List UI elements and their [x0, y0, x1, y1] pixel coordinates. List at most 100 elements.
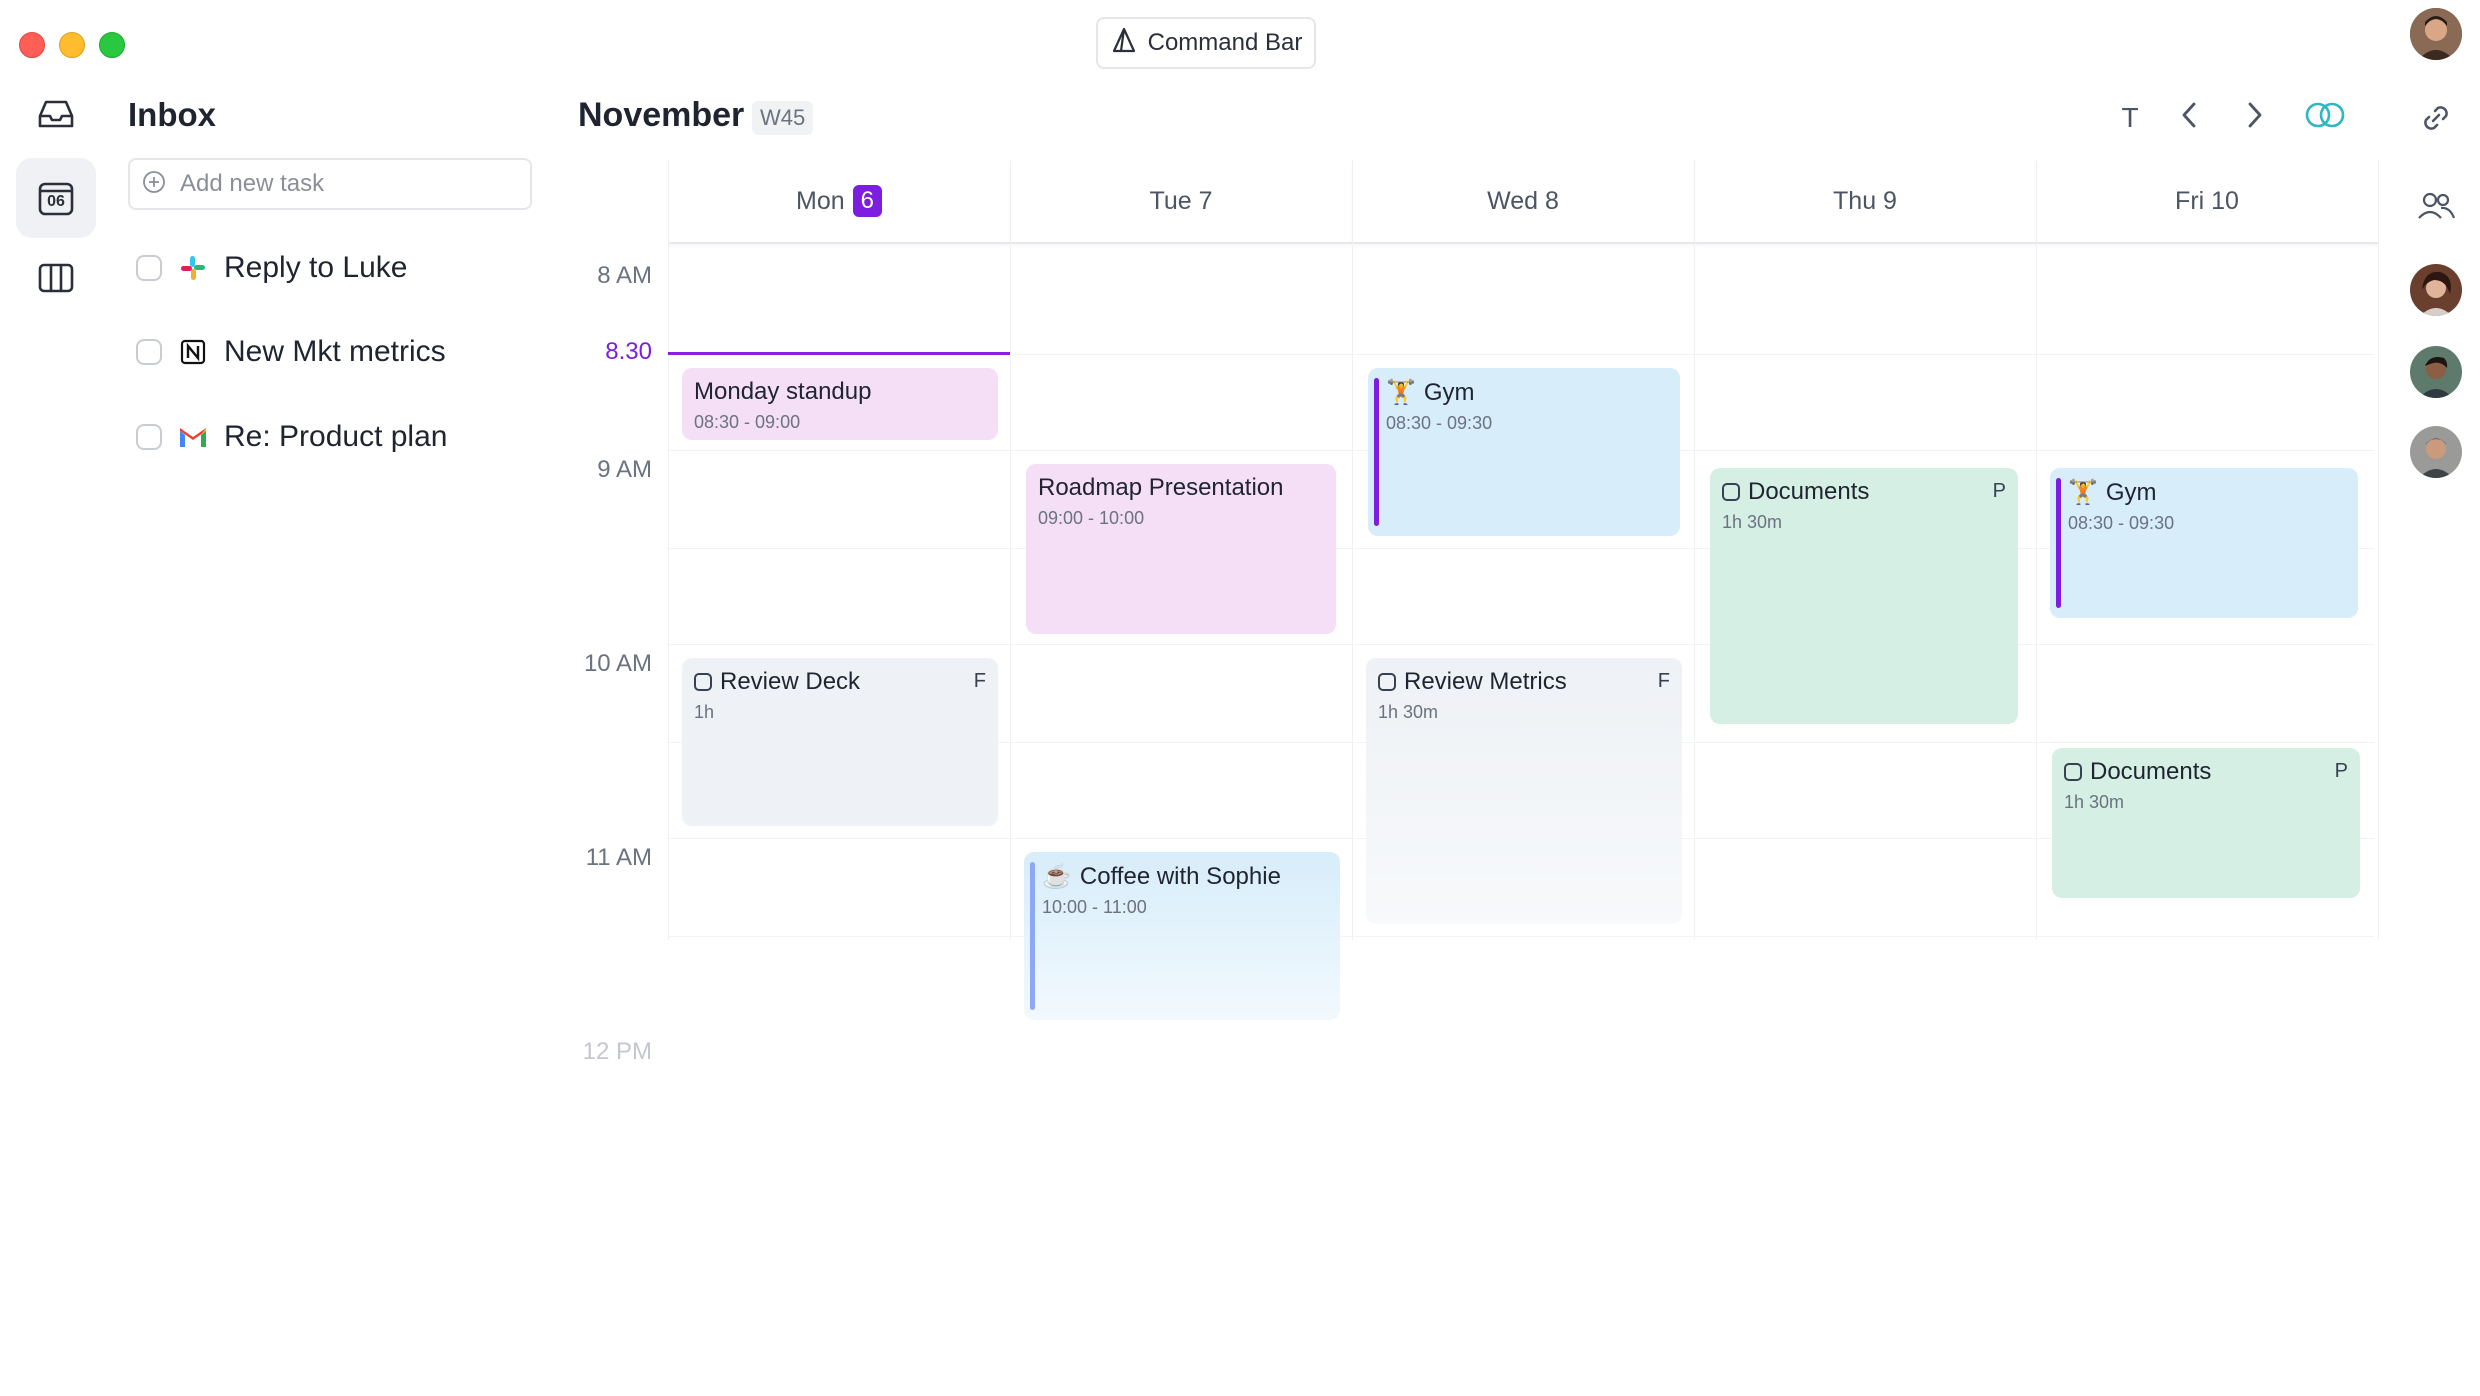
notion-icon — [178, 337, 208, 367]
time-label: 11 AM — [585, 844, 652, 871]
task-block[interactable]: Review Deck 1h F — [682, 658, 998, 826]
user-avatar[interactable] — [2410, 8, 2462, 60]
dumbbell-icon: 🏋 — [2068, 479, 2098, 506]
time-label: 8 AM — [597, 262, 652, 289]
grid-divider — [2036, 160, 2037, 940]
grid-divider — [1694, 160, 1695, 940]
board-nav-button[interactable] — [16, 240, 96, 320]
event-title: Gym — [2105, 478, 2157, 506]
event-tag: P — [2334, 760, 2348, 782]
task-checkbox-icon[interactable] — [1722, 483, 1740, 501]
people-icon — [2416, 190, 2456, 227]
grid-divider — [668, 936, 2374, 937]
task-checkbox-icon[interactable] — [694, 673, 712, 691]
task-block[interactable]: Documents 1h 30m P — [1710, 468, 2018, 724]
event-card[interactable]: 🏋 Gym 08:30 - 09:30 — [2050, 468, 2358, 618]
calendar-icon-date: 06 — [47, 193, 65, 210]
grid-divider — [1352, 160, 1353, 940]
event-time: 08:30 - 09:30 — [1386, 413, 1493, 433]
chevron-right-icon — [2242, 100, 2266, 137]
people-button[interactable] — [2412, 184, 2460, 232]
share-link-button[interactable] — [2412, 96, 2460, 144]
add-task-field[interactable] — [128, 158, 532, 210]
add-task-input[interactable] — [178, 169, 512, 199]
task-block[interactable]: Review Metrics 1h 30m F — [1366, 658, 1682, 924]
event-duration: 1h 30m — [1722, 512, 1783, 532]
previous-week-button[interactable] — [2168, 96, 2212, 140]
time-label: 12 PM — [582, 1038, 652, 1065]
task-checkbox[interactable] — [136, 255, 162, 281]
task-checkbox[interactable] — [136, 424, 162, 450]
maximize-window-button[interactable] — [99, 32, 125, 58]
calendar-nav-button[interactable]: 06 — [16, 158, 96, 238]
day-label: Mon — [796, 186, 845, 215]
calendar-overlay-toggle[interactable] — [2298, 96, 2352, 140]
grid-divider — [1010, 160, 1011, 940]
month-title: November — [578, 96, 745, 134]
slack-icon — [178, 253, 208, 283]
day-header-tue: Tue 7 — [1010, 160, 1352, 244]
today-button[interactable]: T — [2108, 96, 2152, 140]
inbox-tray-icon — [36, 94, 76, 139]
task-item[interactable]: New Mkt metrics — [136, 335, 446, 369]
event-card[interactable]: Roadmap Presentation 09:00 - 10:00 — [1026, 464, 1336, 634]
close-window-button[interactable] — [19, 32, 45, 58]
day-header-thu: Thu 9 — [1694, 160, 2036, 244]
chevron-left-icon — [2178, 100, 2202, 137]
event-color-bar — [2056, 478, 2061, 608]
task-block[interactable]: Documents 1h 30m P — [2052, 748, 2360, 898]
command-bar-button[interactable]: Command Bar — [1096, 17, 1316, 69]
event-time: 10:00 - 11:00 — [1042, 897, 1147, 917]
event-title: Gym — [1423, 378, 1475, 406]
event-time: 08:30 - 09:30 — [2068, 513, 2175, 533]
task-checkbox[interactable] — [136, 339, 162, 365]
task-checkbox-icon[interactable] — [1378, 673, 1396, 691]
event-title: Monday standup — [694, 378, 872, 405]
next-week-button[interactable] — [2232, 96, 2276, 140]
day-header-mon: Mon 6 — [668, 160, 1010, 244]
plus-circle-icon — [142, 170, 166, 199]
event-tag: F — [1657, 670, 1670, 692]
inbox-nav-button[interactable] — [16, 76, 96, 156]
task-label: New Mkt metrics — [224, 335, 446, 368]
event-title: Documents — [2090, 758, 2212, 785]
coffee-icon: ☕ — [1042, 863, 1072, 890]
grid-divider — [2378, 160, 2379, 940]
event-tag: F — [973, 670, 986, 692]
gmail-icon — [178, 422, 208, 452]
event-time: 08:30 - 09:00 — [694, 412, 801, 432]
day-label: Thu 9 — [1833, 186, 1897, 215]
today-date-badge: 6 — [852, 185, 882, 217]
event-duration: 1h 30m — [1378, 702, 1439, 722]
event-duration: 1h 30m — [2064, 792, 2125, 812]
event-title: Review Metrics — [1404, 668, 1567, 695]
grid-divider — [668, 160, 669, 940]
participant-avatar[interactable] — [2410, 264, 2462, 316]
event-duration: 1h — [694, 702, 715, 722]
current-time-label: 8.30 — [605, 338, 652, 365]
command-bar-icon — [1110, 26, 1138, 61]
event-title: Review Deck — [720, 668, 861, 695]
link-icon — [2418, 100, 2454, 141]
participant-avatar[interactable] — [2410, 426, 2462, 478]
task-item[interactable]: Reply to Luke — [136, 251, 407, 285]
grid-divider — [668, 644, 2374, 645]
event-title: Documents — [1748, 478, 1870, 505]
day-label: Wed 8 — [1487, 186, 1559, 215]
participant-avatar[interactable] — [2410, 346, 2462, 398]
week-badge: W45 — [752, 101, 814, 135]
event-title: Roadmap Presentation — [1038, 474, 1284, 501]
event-card[interactable]: Monday standup 08:30 - 09:00 — [682, 368, 998, 440]
event-card[interactable]: ☕ Coffee with Sophie 10:00 - 11:00 — [1024, 852, 1340, 1020]
inbox-title: Inbox — [128, 96, 216, 133]
time-label: 9 AM — [597, 456, 652, 483]
event-color-bar — [1030, 862, 1035, 1010]
minimize-window-button[interactable] — [59, 32, 85, 58]
current-time-indicator — [668, 352, 1010, 355]
event-card[interactable]: 🏋 Gym 08:30 - 09:30 — [1368, 368, 1680, 536]
task-item[interactable]: Re: Product plan — [136, 420, 447, 454]
event-tag: P — [1992, 480, 2006, 502]
dumbbell-icon: 🏋 — [1386, 379, 1416, 406]
overlapping-circles-icon — [2301, 100, 2349, 137]
task-checkbox-icon[interactable] — [2064, 763, 2082, 781]
